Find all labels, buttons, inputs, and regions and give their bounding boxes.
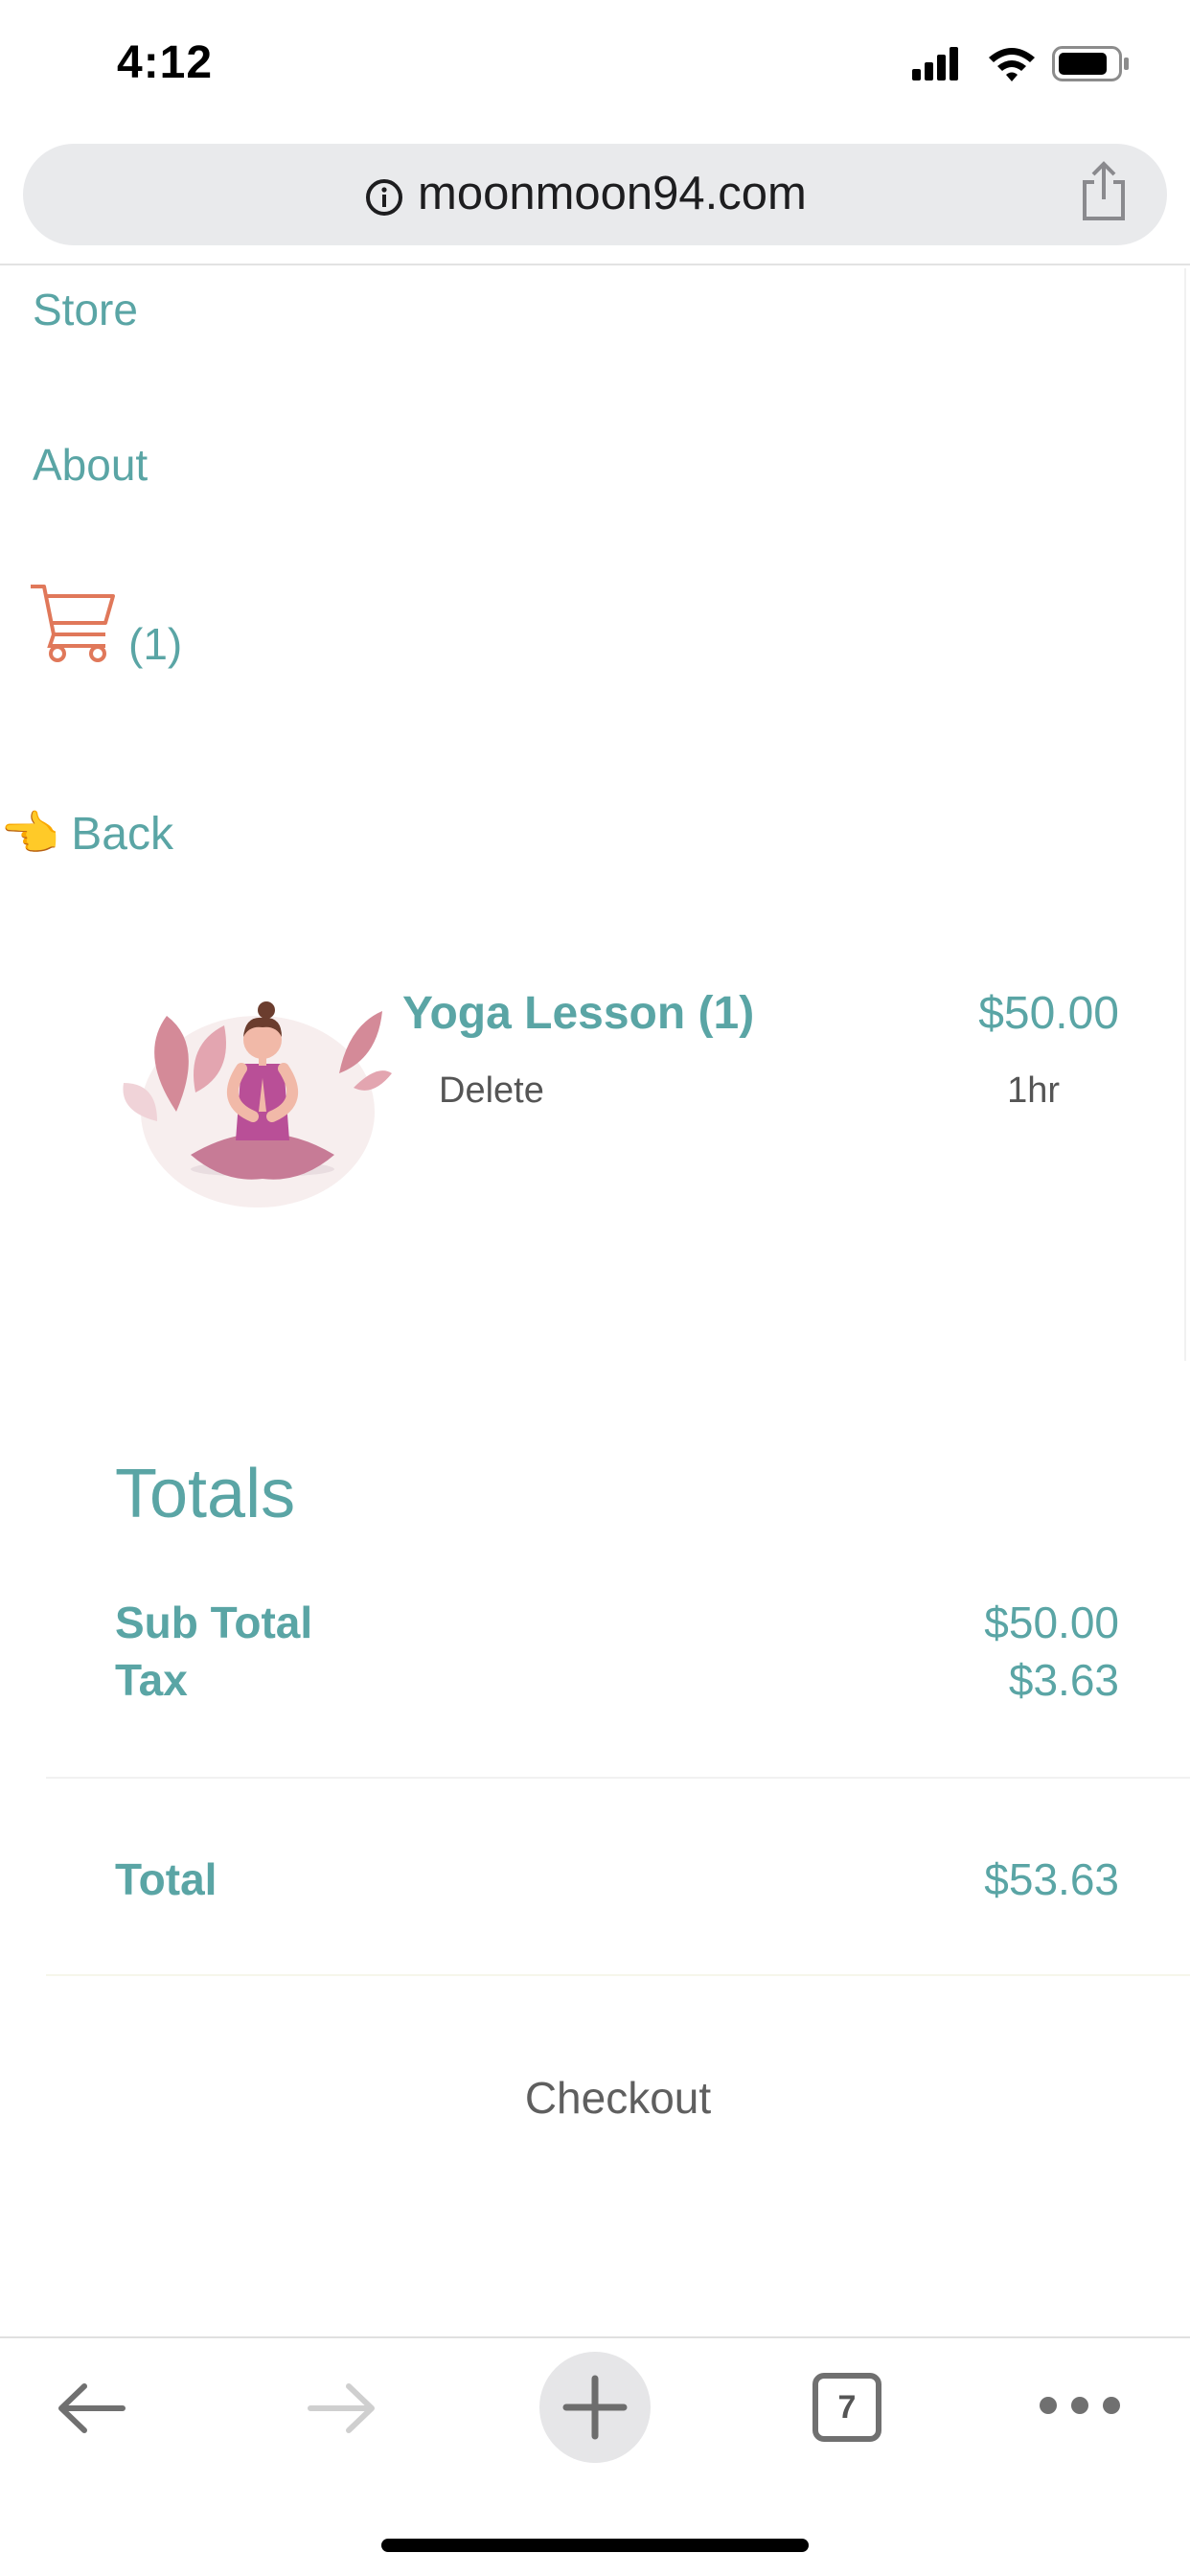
cart-count[interactable]: (1) <box>128 618 182 670</box>
cart-item-price: $50.00 <box>978 988 1119 1039</box>
plus-icon <box>562 2375 628 2440</box>
nav-about-link[interactable]: About <box>33 439 148 491</box>
nav-store-link[interactable]: Store <box>33 284 138 335</box>
tax-label: Tax <box>115 1655 188 1705</box>
totals-heading: Totals <box>115 1456 296 1532</box>
yoga-illustration <box>123 1001 392 1208</box>
cart-item-name[interactable]: Yoga Lesson (1) <box>402 987 754 1040</box>
delete-button[interactable]: Delete <box>439 1070 544 1112</box>
checkout-divider <box>46 1974 1190 1976</box>
scroll-edge <box>1184 268 1186 1361</box>
status-time: 4:12 <box>117 37 214 88</box>
subtotal-label: Sub Total <box>115 1598 313 1647</box>
cart-icon[interactable] <box>29 581 117 665</box>
toolbar-divider <box>0 2336 1190 2338</box>
url-text[interactable]: moonmoon94.com <box>418 167 807 220</box>
back-label: Back <box>71 808 173 860</box>
home-indicator <box>381 2539 809 2552</box>
signal-icon <box>912 47 958 80</box>
tabs-button[interactable]: 7 <box>812 2373 881 2442</box>
top-divider <box>0 264 1190 265</box>
wifi-icon <box>989 48 1035 81</box>
checkout-button[interactable]: Checkout <box>0 2072 1190 2124</box>
total-value: $53.63 <box>984 1854 1119 1904</box>
back-link[interactable]: 👈 Back <box>0 805 173 862</box>
total-label: Total <box>115 1854 217 1904</box>
share-icon[interactable] <box>1079 161 1129 222</box>
pointing-hand-icon: 👈 <box>0 806 60 861</box>
totals-divider <box>46 1777 1190 1779</box>
cart-item-duration: 1hr <box>1007 1070 1060 1111</box>
subtotal-value: $50.00 <box>984 1598 1119 1647</box>
battery-icon <box>1052 46 1129 81</box>
back-arrow-icon[interactable] <box>54 2375 130 2442</box>
new-tab-button[interactable] <box>539 2352 651 2463</box>
status-icons <box>912 46 1129 81</box>
info-icon[interactable] <box>365 178 403 217</box>
forward-arrow-icon[interactable] <box>303 2375 379 2442</box>
more-icon[interactable] <box>1037 2391 1123 2420</box>
tax-value: $3.63 <box>1008 1655 1119 1705</box>
